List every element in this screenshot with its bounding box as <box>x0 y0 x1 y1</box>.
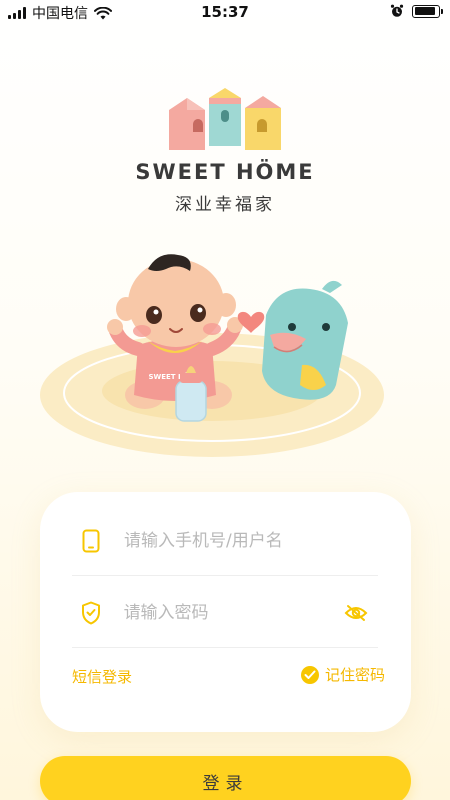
phone-icon <box>80 528 102 554</box>
illustration-baby-and-bird: SWEET HÖME <box>40 254 384 457</box>
logo-subtitle: 深业幸福家 <box>175 195 275 215</box>
status-right <box>390 4 443 18</box>
login-button[interactable]: 登录 <box>40 756 411 800</box>
logo-title: SWEET HÖME <box>135 160 315 184</box>
password-input[interactable] <box>123 602 343 623</box>
shield-icon <box>80 600 102 626</box>
house-roof-middle <box>209 88 241 98</box>
phone-input[interactable] <box>124 530 378 551</box>
phone-field <box>72 506 378 576</box>
sms-login-link[interactable]: 短信登录 <box>72 666 132 687</box>
alarm-icon <box>390 4 404 17</box>
status-time: 15:37 <box>201 3 249 21</box>
remember-password-toggle[interactable]: 记住密码 <box>300 664 385 685</box>
password-field <box>72 578 378 648</box>
battery-icon <box>412 4 443 18</box>
battery-fill <box>414 7 436 15</box>
status-bar: 中国电信 15:37 <box>0 0 450 24</box>
logo-houses-icon <box>169 88 281 150</box>
bird-figure <box>262 280 348 400</box>
eye-off-icon[interactable] <box>343 603 370 623</box>
check-circle-icon <box>300 665 319 684</box>
house-roof-right <box>245 96 281 108</box>
login-card: 短信登录 记住密码 <box>40 492 411 732</box>
heart-icon <box>237 311 265 333</box>
remember-password-label: 记住密码 <box>324 666 385 684</box>
